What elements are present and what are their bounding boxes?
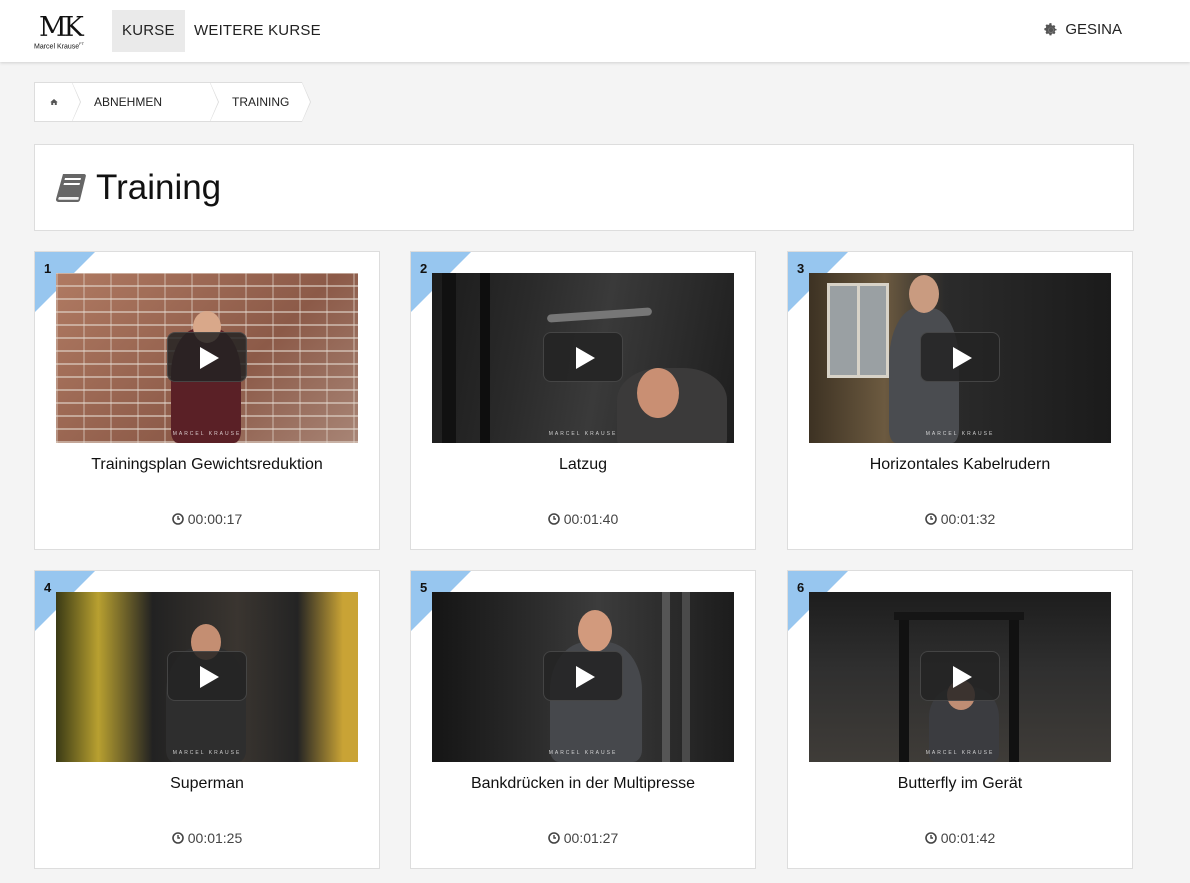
- video-title[interactable]: Superman: [35, 775, 379, 793]
- video-thumbnail[interactable]: MARCEL KRAUSE: [432, 592, 734, 762]
- thumbnail-watermark: MARCEL KRAUSE: [548, 431, 618, 437]
- video-card[interactable]: 2 MARCEL KRAUSE Latzug 00:01:40: [410, 251, 756, 550]
- video-duration: 00:01:27: [411, 830, 755, 846]
- video-duration: 00:00:17: [35, 511, 379, 527]
- video-card[interactable]: 3 MARCEL KRAUSE Horizontales Kabelrudern…: [787, 251, 1133, 550]
- play-icon: [576, 347, 595, 369]
- video-number: 3: [797, 261, 805, 276]
- thumbnail-watermark: MARCEL KRAUSE: [548, 750, 618, 756]
- breadcrumb: ABNEHMEN TRAINING: [34, 82, 311, 122]
- video-thumbnail[interactable]: MARCEL KRAUSE: [56, 273, 358, 443]
- page-title: Training: [96, 168, 222, 207]
- home-icon: [50, 99, 58, 105]
- video-number: 2: [420, 261, 428, 276]
- top-navbar: MK Marcel KrauseFT KURSE WEITERE KURSE G…: [0, 0, 1190, 62]
- clock-icon: [547, 513, 560, 525]
- video-number: 5: [420, 580, 428, 595]
- clock-icon: [924, 513, 937, 525]
- thumbnail-watermark: MARCEL KRAUSE: [925, 750, 995, 756]
- video-number: 6: [797, 580, 805, 595]
- thumbnail-watermark: MARCEL KRAUSE: [925, 431, 995, 437]
- video-title[interactable]: Horizontales Kabelrudern: [788, 456, 1132, 474]
- video-thumbnail[interactable]: MARCEL KRAUSE: [809, 592, 1111, 762]
- clock-icon: [171, 513, 184, 525]
- play-button[interactable]: [920, 332, 1000, 382]
- play-button[interactable]: [167, 332, 247, 382]
- video-title[interactable]: Latzug: [411, 456, 755, 474]
- breadcrumb-home[interactable]: [34, 82, 81, 122]
- clock-icon: [547, 832, 560, 844]
- video-card[interactable]: 6 MARCEL KRAUSE Butterfly im Gerät 00:01…: [787, 570, 1133, 869]
- video-card[interactable]: 1 MARCEL KRAUSE Trainingsplan Gewichtsre…: [34, 251, 380, 550]
- video-title[interactable]: Trainingsplan Gewichtsreduktion: [35, 456, 379, 474]
- play-button[interactable]: [543, 651, 623, 701]
- clock-icon: [171, 832, 184, 844]
- user-menu[interactable]: GESINA: [1044, 10, 1122, 50]
- play-icon: [953, 666, 972, 688]
- logo-subtitle: Marcel KrauseFT: [34, 41, 85, 51]
- video-duration: 00:01:42: [788, 830, 1132, 846]
- video-title[interactable]: Bankdrücken in der Multipresse: [411, 775, 755, 793]
- logo-mark: MK: [39, 12, 84, 43]
- video-duration: 00:01:40: [411, 511, 755, 527]
- book-icon: [55, 174, 86, 202]
- play-button[interactable]: [167, 651, 247, 701]
- breadcrumb-label: TRAINING: [232, 95, 290, 109]
- clock-icon: [924, 832, 937, 844]
- thumbnail-watermark: MARCEL KRAUSE: [172, 431, 242, 437]
- nav-weitere-kurse[interactable]: WEITERE KURSE: [184, 10, 331, 52]
- video-thumbnail[interactable]: MARCEL KRAUSE: [56, 592, 358, 762]
- play-icon: [953, 347, 972, 369]
- gear-icon: [1044, 23, 1057, 36]
- user-name: GESINA: [1065, 21, 1122, 38]
- video-card[interactable]: 4 MARCEL KRAUSE Superman 00:01:25: [34, 570, 380, 869]
- video-number: 4: [44, 580, 52, 595]
- breadcrumb-abnehmen[interactable]: ABNEHMEN: [72, 82, 219, 122]
- video-duration: 00:01:25: [35, 830, 379, 846]
- page-title-panel: Training: [34, 144, 1134, 231]
- breadcrumb-label: ABNEHMEN: [94, 95, 163, 109]
- nav-kurse[interactable]: KURSE: [112, 10, 185, 52]
- thumbnail-watermark: MARCEL KRAUSE: [172, 750, 242, 756]
- play-button[interactable]: [920, 651, 1000, 701]
- video-thumbnail[interactable]: MARCEL KRAUSE: [432, 273, 734, 443]
- video-duration: 00:01:32: [788, 511, 1132, 527]
- video-thumbnail[interactable]: MARCEL KRAUSE: [809, 273, 1111, 443]
- play-icon: [200, 347, 219, 369]
- video-card[interactable]: 5 MARCEL KRAUSE Bankdrücken in der Multi…: [410, 570, 756, 869]
- play-icon: [576, 666, 595, 688]
- brand-logo[interactable]: MK Marcel KrauseFT: [34, 12, 90, 51]
- breadcrumb-training[interactable]: TRAINING: [210, 82, 311, 122]
- video-title[interactable]: Butterfly im Gerät: [788, 775, 1132, 793]
- play-button[interactable]: [543, 332, 623, 382]
- play-icon: [200, 666, 219, 688]
- video-number: 1: [44, 261, 52, 276]
